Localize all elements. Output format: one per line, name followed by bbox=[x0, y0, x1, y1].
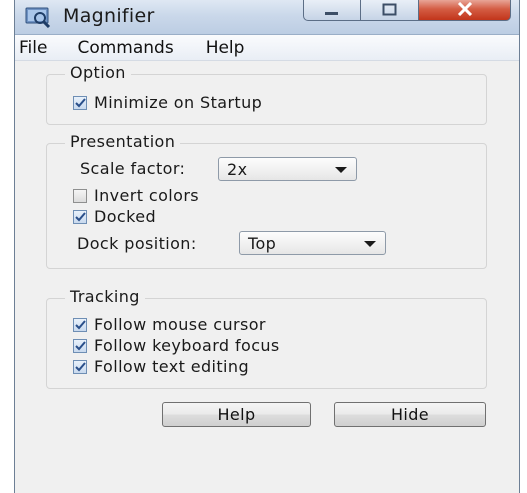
docked-label: Docked bbox=[94, 207, 157, 226]
invert-colors-label: Invert colors bbox=[94, 186, 200, 205]
close-button[interactable] bbox=[419, 0, 511, 21]
menu-file[interactable]: File bbox=[15, 38, 57, 58]
scale-factor-value: 2x bbox=[227, 160, 248, 179]
magnifier-window: Magnifier File Commands Help Option Mini… bbox=[14, 0, 520, 493]
option-group: Option Minimize on Startup bbox=[46, 63, 487, 125]
menu-help[interactable]: Help bbox=[184, 38, 255, 58]
option-legend: Option bbox=[65, 63, 131, 82]
menu-bar: File Commands Help bbox=[15, 35, 519, 61]
checkbox-checked-icon bbox=[73, 338, 87, 353]
checkbox-checked-icon bbox=[73, 209, 87, 224]
follow-keyboard-checkbox[interactable]: Follow keyboard focus bbox=[73, 336, 280, 355]
follow-text-editing-checkbox[interactable]: Follow text editing bbox=[73, 357, 249, 376]
minimize-on-startup-label: Minimize on Startup bbox=[94, 93, 263, 112]
minimize-button[interactable] bbox=[303, 0, 361, 21]
chevron-down-icon bbox=[364, 241, 376, 247]
checkbox-checked-icon bbox=[73, 317, 87, 332]
dock-position-dropdown[interactable]: Top bbox=[239, 231, 386, 255]
scale-factor-dropdown[interactable]: 2x bbox=[218, 157, 357, 181]
follow-text-editing-label: Follow text editing bbox=[94, 357, 249, 376]
chevron-down-icon bbox=[335, 167, 347, 173]
follow-mouse-checkbox[interactable]: Follow mouse cursor bbox=[73, 315, 266, 334]
presentation-legend: Presentation bbox=[65, 132, 181, 151]
magnifier-app-icon bbox=[25, 6, 51, 29]
checkbox-checked-icon bbox=[73, 359, 87, 374]
dock-position-label: Dock position: bbox=[77, 234, 197, 253]
checkbox-unchecked-icon bbox=[73, 188, 87, 203]
hide-button[interactable]: Hide bbox=[334, 402, 486, 427]
checkbox-checked-icon bbox=[73, 95, 87, 110]
title-bar[interactable]: Magnifier bbox=[15, 0, 519, 35]
close-icon bbox=[457, 1, 473, 20]
maximize-icon bbox=[382, 1, 398, 20]
tracking-group: Tracking Follow mouse cursor Follow keyb… bbox=[46, 287, 487, 389]
tracking-legend: Tracking bbox=[65, 287, 145, 306]
invert-colors-checkbox[interactable]: Invert colors bbox=[73, 186, 199, 205]
help-button[interactable]: Help bbox=[162, 402, 311, 427]
menu-commands[interactable]: Commands bbox=[57, 38, 183, 58]
docked-checkbox[interactable]: Docked bbox=[73, 207, 156, 226]
dock-position-value: Top bbox=[248, 234, 277, 253]
window-title: Magnifier bbox=[63, 5, 155, 27]
follow-mouse-label: Follow mouse cursor bbox=[94, 315, 266, 334]
maximize-button[interactable] bbox=[361, 0, 419, 21]
minimize-on-startup-checkbox[interactable]: Minimize on Startup bbox=[73, 93, 262, 112]
scale-factor-label: Scale factor: bbox=[80, 159, 186, 178]
minimize-icon bbox=[324, 1, 340, 20]
presentation-group: Presentation Scale factor: 2x Invert col… bbox=[46, 132, 487, 269]
follow-keyboard-label: Follow keyboard focus bbox=[94, 336, 280, 355]
